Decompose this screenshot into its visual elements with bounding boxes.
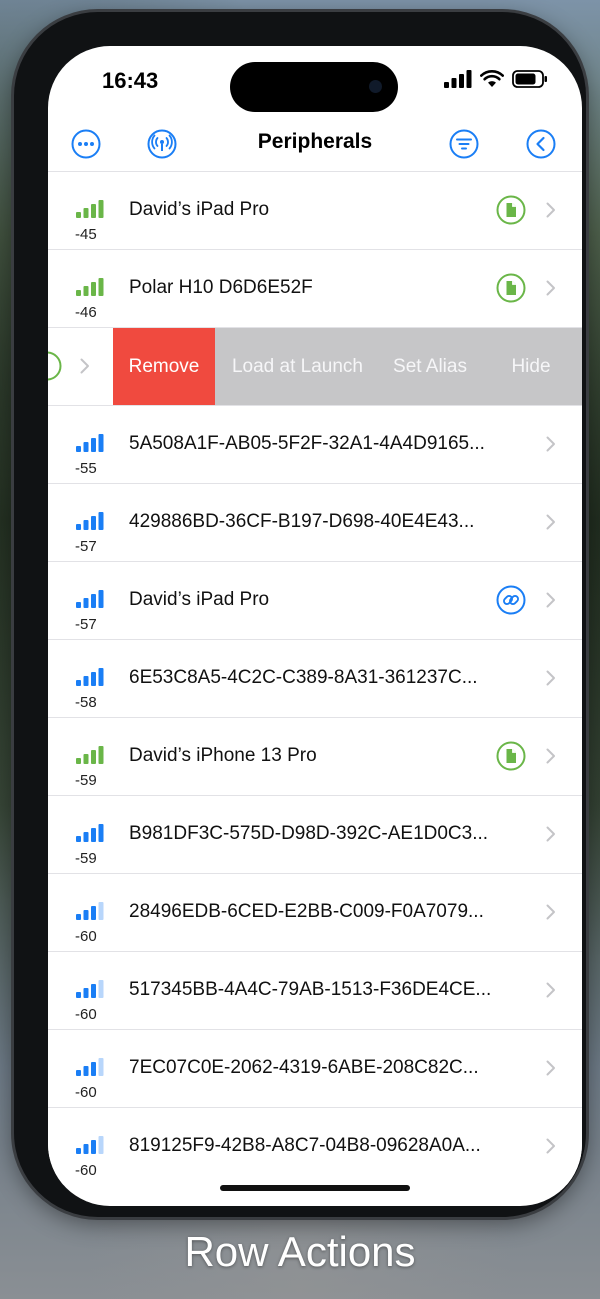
set-alias-action-button[interactable]: Set Alias (380, 328, 480, 405)
signal-strength-icon (76, 980, 104, 998)
peripheral-row[interactable]: -55 5A508A1F-AB05-5F2F-32A1-4A4D9165... (48, 405, 582, 483)
signal-strength-icon (76, 590, 104, 608)
status-time: 16:43 (102, 68, 159, 93)
chevron-right-icon (546, 1138, 555, 1154)
signal-strength-icon (76, 1058, 104, 1076)
chevron-right-icon (546, 1060, 555, 1076)
cellular-signal-icon (444, 70, 472, 88)
wifi-icon (480, 70, 504, 87)
peripheral-list: -45 David’s iPad Pro -46 Polar H10 D6D6E52F… (48, 171, 582, 1185)
signal-strength-icon (76, 200, 104, 218)
chevron-right-icon (546, 904, 555, 920)
link-icon (496, 585, 526, 615)
home-indicator[interactable] (220, 1185, 410, 1191)
signal-strength-icon (76, 668, 104, 686)
peripheral-name: 819125F9-42B8-A8C7-04B8-09628A0A... (129, 1135, 481, 1156)
peripheral-name: Polar H10 D6D6E52F (129, 277, 313, 298)
status-icons (444, 70, 548, 88)
remove-action-button[interactable]: Remove (113, 328, 215, 405)
page-title: Peripherals (257, 130, 373, 153)
chevron-right-icon (546, 514, 555, 530)
signal-strength-icon (76, 824, 104, 842)
peripheral-row[interactable]: -60 517345BB-4A4C-79AB-1513-F36DE4CE... (48, 951, 582, 1029)
rssi-value: -46 (75, 304, 97, 321)
peripheral-name: 5A508A1F-AB05-5F2F-32A1-4A4D9165... (129, 433, 485, 454)
phone-screen: 16:43 Peripherals -45 David’s iPad Pro -… (48, 46, 582, 1206)
peripheral-row[interactable]: -60 7EC07C0E-2062-4319-6ABE-208C82C... (48, 1029, 582, 1107)
battery-icon (512, 70, 547, 88)
signal-strength-icon (76, 1136, 104, 1154)
document-icon (496, 273, 526, 303)
rssi-value: -60 (75, 928, 97, 945)
peripheral-name: B981DF3C-575D-D98D-392C-AE1D0C3... (129, 823, 489, 844)
signal-strength-icon (76, 512, 104, 530)
document-icon (48, 351, 62, 381)
camera-dot (369, 80, 382, 93)
rssi-value: -59 (75, 850, 97, 867)
swiped-row[interactable]: Remove Load at Launch Set Alias Hide (48, 327, 582, 405)
back-button[interactable] (525, 128, 557, 160)
chevron-right-icon (546, 982, 555, 998)
chevron-right-icon (546, 748, 555, 764)
peripheral-name: 28496EDB-6CED-E2BB-C009-F0A7079... (129, 901, 484, 922)
rssi-value: -55 (75, 460, 97, 477)
chevron-right-icon (80, 358, 89, 374)
document-icon (496, 195, 526, 225)
signal-strength-icon (76, 278, 104, 296)
load-at-launch-action-button[interactable]: Load at Launch (215, 328, 380, 405)
peripheral-name: 7EC07C0E-2062-4319-6ABE-208C82C... (129, 1057, 479, 1078)
rssi-value: -60 (75, 1162, 97, 1179)
peripheral-row[interactable]: -59 B981DF3C-575D-D98D-392C-AE1D0C3... (48, 795, 582, 873)
rssi-value: -60 (75, 1084, 97, 1101)
peripheral-name: David’s iPhone 13 Pro (129, 745, 317, 766)
filter-icon (449, 129, 479, 159)
rssi-value: -60 (75, 1006, 97, 1023)
peripheral-row[interactable]: -45 David’s iPad Pro (48, 171, 582, 249)
peripheral-row[interactable]: -46 Polar H10 D6D6E52F (48, 249, 582, 327)
peripheral-row[interactable]: -57 David’s iPad Pro (48, 561, 582, 639)
signal-strength-icon (76, 902, 104, 920)
rssi-value: -59 (75, 772, 97, 789)
dynamic-island (230, 62, 398, 112)
peripheral-row[interactable]: -60 28496EDB-6CED-E2BB-C009-F0A7079... (48, 873, 582, 951)
chevron-right-icon (546, 280, 555, 296)
rssi-value: -57 (75, 538, 97, 555)
rssi-value: -57 (75, 616, 97, 633)
peripheral-row[interactable]: -60 819125F9-42B8-A8C7-04B8-09628A0A... (48, 1107, 582, 1185)
chevron-left-circle-icon (526, 129, 556, 159)
filter-button[interactable] (448, 128, 480, 160)
hide-action-button[interactable]: Hide (480, 328, 582, 405)
peripheral-name: 6E53C8A5-4C2C-C389-8A31-361237C... (129, 667, 478, 688)
peripheral-name: David’s iPad Pro (129, 589, 270, 610)
peripheral-row[interactable]: -57 429886BD-36CF-B197-D698-40E4E43... (48, 483, 582, 561)
signal-strength-icon (76, 434, 104, 452)
chevron-right-icon (546, 592, 555, 608)
signal-strength-icon (76, 746, 104, 764)
peripheral-name: David’s iPad Pro (129, 199, 270, 220)
chevron-right-icon (546, 670, 555, 686)
chevron-right-icon (546, 826, 555, 842)
caption: Row Actions (184, 1228, 416, 1275)
navigation-bar: Peripherals (48, 122, 582, 174)
rssi-value: -58 (75, 694, 97, 711)
chevron-right-icon (546, 202, 555, 218)
peripheral-name: 429886BD-36CF-B197-D698-40E4E43... (129, 511, 475, 532)
document-icon (496, 741, 526, 771)
peripheral-name: 517345BB-4A4C-79AB-1513-F36DE4CE... (129, 979, 492, 1000)
phone-frame: 16:43 Peripherals -45 David’s iPad Pro -… (14, 12, 586, 1217)
chevron-right-icon (546, 436, 555, 452)
peripheral-row[interactable]: -59 David’s iPhone 13 Pro (48, 717, 582, 795)
peripheral-row[interactable]: -58 6E53C8A5-4C2C-C389-8A31-361237C... (48, 639, 582, 717)
rssi-value: -45 (75, 226, 97, 243)
